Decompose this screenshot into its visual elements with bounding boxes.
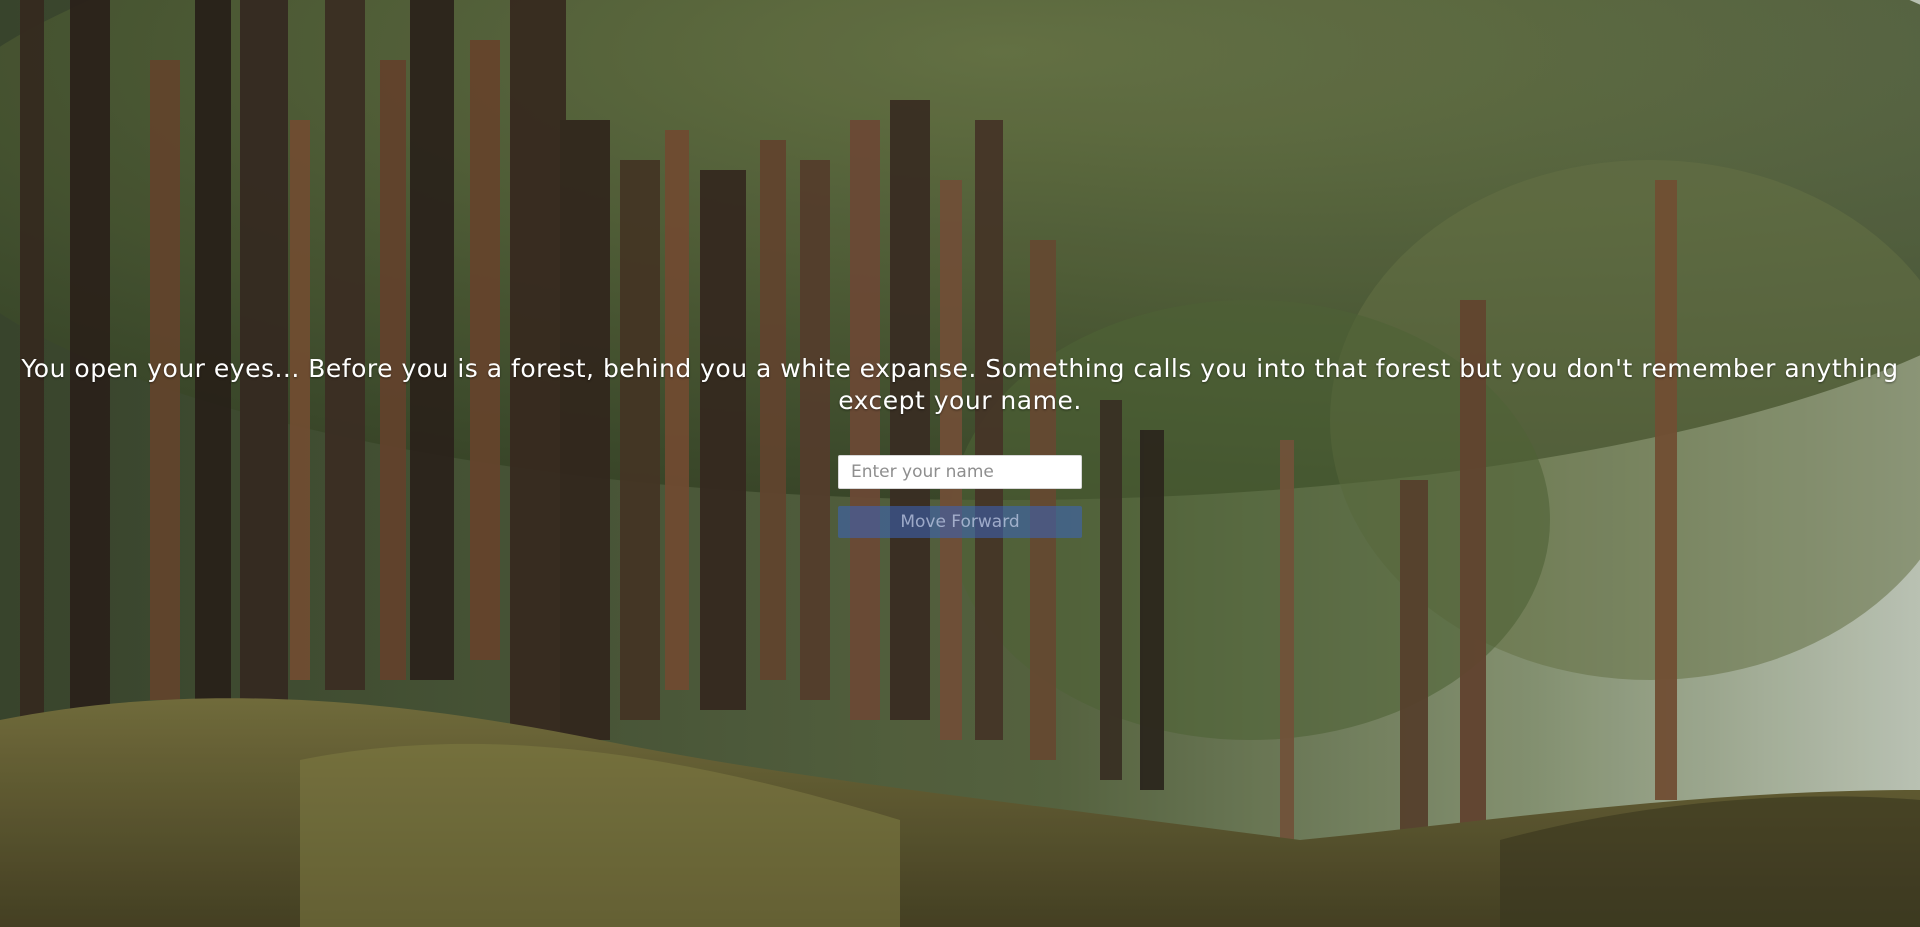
story-text: You open your eyes... Before you is a fo… <box>21 354 1899 415</box>
forest-background-image: You open your eyes... Before you is a fo… <box>0 0 1920 927</box>
name-input[interactable] <box>838 455 1082 489</box>
move-forward-button[interactable]: Move Forward <box>838 506 1082 538</box>
